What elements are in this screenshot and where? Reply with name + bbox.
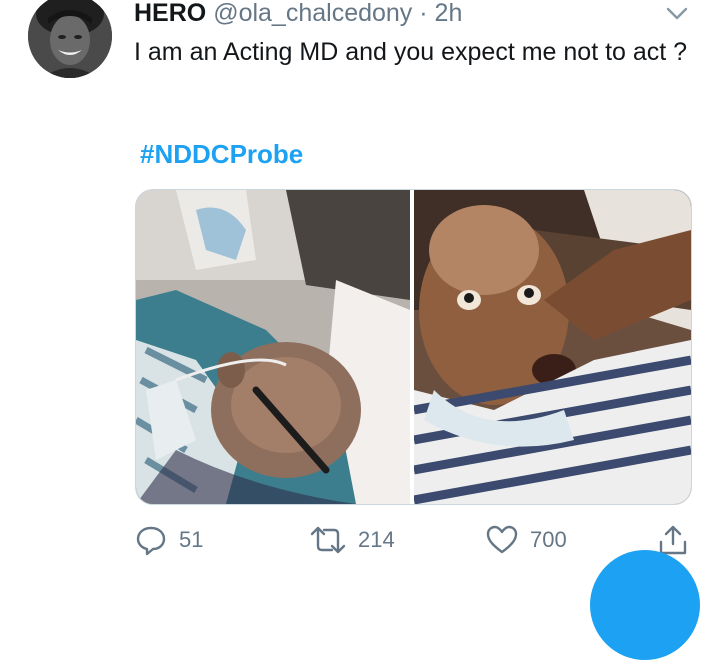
media-grid (135, 189, 692, 505)
chevron-down-icon[interactable] (664, 2, 690, 24)
timestamp[interactable]: 2h (435, 0, 463, 27)
like-button[interactable]: 700 (486, 520, 567, 560)
media-photo-left[interactable] (136, 190, 410, 504)
tweet-text: I am an Acting MD and you expect me not … (134, 38, 688, 66)
heart-icon (486, 525, 518, 555)
user-handle[interactable]: @ola_chalcedony (213, 0, 412, 27)
avatar[interactable] (28, 0, 112, 78)
display-name[interactable]: HERO (134, 0, 206, 27)
share-icon (658, 524, 688, 556)
compose-button[interactable] (590, 550, 700, 660)
tweet-actions: 51 214 700 (0, 520, 720, 560)
media-photo-right[interactable] (414, 190, 691, 504)
like-count: 700 (530, 527, 567, 552)
separator-dot: · (419, 0, 428, 27)
reply-icon (135, 524, 167, 556)
reply-button[interactable]: 51 (135, 520, 203, 560)
retweet-button[interactable]: 214 (310, 520, 395, 560)
retweet-count: 214 (358, 527, 395, 552)
tweet-header: HERO @ola_chalcedony · 2h (134, 0, 462, 26)
avatar-photo (28, 0, 112, 78)
retweet-icon (310, 524, 346, 556)
reply-count: 51 (179, 527, 204, 552)
hashtag-link[interactable]: #NDDCProbe (140, 138, 303, 170)
